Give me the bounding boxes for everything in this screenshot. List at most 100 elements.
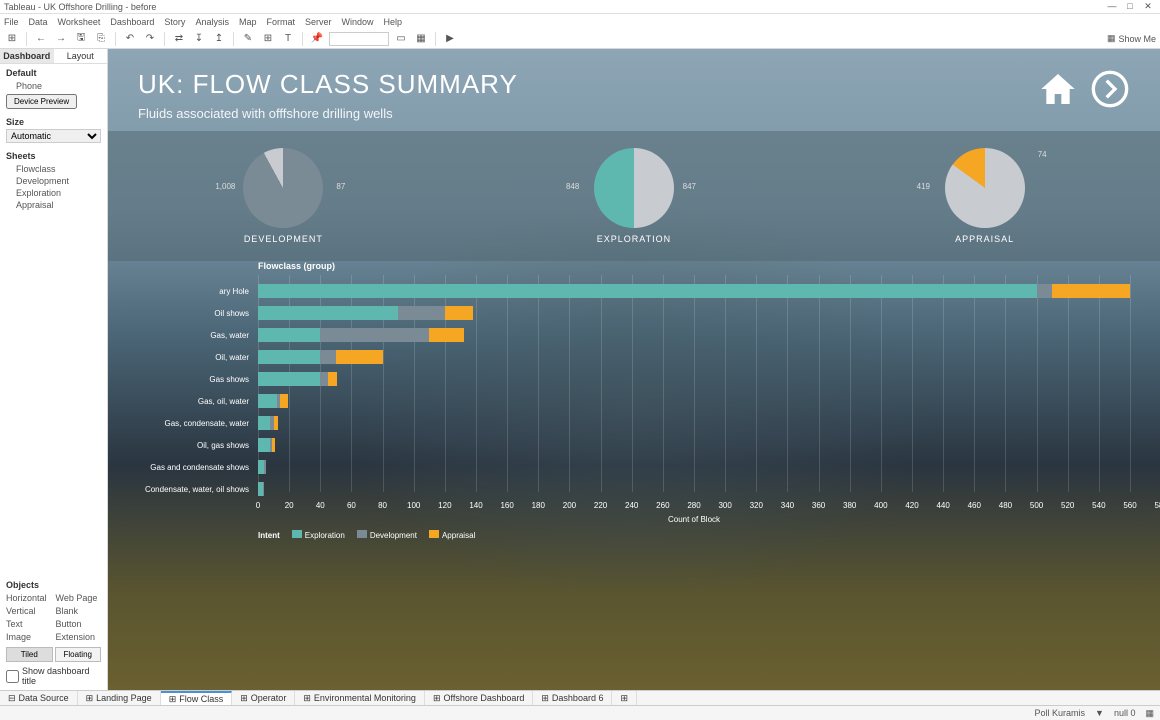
legend-exploration[interactable]: Exploration — [292, 530, 345, 540]
bar-segment-development[interactable] — [263, 482, 265, 496]
bar-segment-development[interactable] — [320, 350, 336, 364]
minimize-button[interactable]: — — [1104, 1, 1120, 12]
menu-help[interactable]: Help — [384, 17, 403, 27]
pin-icon[interactable]: 📌 — [309, 31, 325, 47]
pie-development[interactable]: 1,00887DEVELOPMENT — [243, 148, 323, 244]
sheet-flowclass[interactable]: Flowclass — [6, 163, 101, 175]
highlight-icon[interactable]: ✎ — [240, 31, 256, 47]
menu-analysis[interactable]: Analysis — [195, 17, 229, 27]
bar-segment-exploration[interactable] — [258, 350, 320, 364]
bar-row[interactable]: Gas, condensate, water — [258, 413, 1130, 433]
bar-segment-appraisal[interactable] — [336, 350, 383, 364]
close-button[interactable]: ✕ — [1140, 1, 1156, 12]
bar-segment-appraisal[interactable] — [274, 416, 279, 430]
toolbar-search-input[interactable] — [329, 32, 389, 46]
bar-segment-exploration[interactable] — [258, 416, 270, 430]
legend-development[interactable]: Development — [357, 530, 417, 540]
cards-icon[interactable]: ▦ — [413, 31, 429, 47]
bar-segment-exploration[interactable] — [258, 394, 277, 408]
sheet-tab-operator[interactable]: ⊞Operator — [232, 691, 295, 705]
bar-segment-development[interactable] — [320, 328, 429, 342]
new-data-icon[interactable]: ⎘ — [93, 31, 109, 47]
menu-worksheet[interactable]: Worksheet — [58, 17, 101, 27]
labels-icon[interactable]: T — [280, 31, 296, 47]
group-icon[interactable]: ⊞ — [260, 31, 276, 47]
object-web-page[interactable]: Web Page — [56, 592, 102, 604]
sheet-tab-data-source[interactable]: ⊟Data Source — [0, 691, 78, 705]
menu-format[interactable]: Format — [266, 17, 295, 27]
bar-row[interactable]: Gas and condensate shows — [258, 457, 1130, 477]
sheet-development[interactable]: Development — [6, 175, 101, 187]
sheet-tab-landing-page[interactable]: ⊞Landing Page — [78, 691, 161, 705]
next-arrow-icon[interactable] — [1090, 69, 1130, 109]
bar-row[interactable]: Oil, water — [258, 347, 1130, 367]
bar-segment-appraisal[interactable] — [272, 438, 275, 452]
sheet-exploration[interactable]: Exploration — [6, 187, 101, 199]
object-blank[interactable]: Blank — [56, 605, 102, 617]
object-text[interactable]: Text — [6, 618, 52, 630]
bar-segment-appraisal[interactable] — [280, 394, 288, 408]
fit-dropdown-icon[interactable]: ▭ — [393, 31, 409, 47]
menu-dashboard[interactable]: Dashboard — [110, 17, 154, 27]
status-user[interactable]: Poll Kuramis — [1035, 708, 1086, 718]
bar-segment-exploration[interactable] — [258, 438, 270, 452]
tab-layout[interactable]: Layout — [54, 49, 108, 63]
pie-exploration[interactable]: 848847EXPLORATION — [594, 148, 674, 244]
bar-row[interactable]: Oil, gas shows — [258, 435, 1130, 455]
bar-row[interactable]: Oil shows — [258, 303, 1130, 323]
sheet-appraisal[interactable]: Appraisal — [6, 199, 101, 211]
object-vertical[interactable]: Vertical — [6, 605, 52, 617]
menu-server[interactable]: Server — [305, 17, 332, 27]
bar-segment-appraisal[interactable] — [1052, 284, 1130, 298]
tiled-button[interactable]: Tiled — [6, 647, 53, 662]
show-title-input[interactable] — [6, 670, 19, 683]
show-me-button[interactable]: ▦ Show Me — [1107, 33, 1156, 44]
bar-row[interactable]: Gas, water — [258, 325, 1130, 345]
sheet-tab-environmental-monitoring[interactable]: ⊞Environmental Monitoring — [295, 691, 425, 705]
device-preview-button[interactable]: Device Preview — [6, 94, 77, 109]
pie-appraisal[interactable]: 41974APPRAISAL — [945, 148, 1025, 244]
object-image[interactable]: Image — [6, 631, 52, 643]
sheet-tab-offshore-dashboard[interactable]: ⊞Offshore Dashboard — [425, 691, 533, 705]
bar-segment-exploration[interactable] — [258, 284, 1037, 298]
home-icon[interactable] — [1038, 69, 1078, 109]
bar-row[interactable]: ary Hole — [258, 281, 1130, 301]
new-worksheet-button[interactable]: ⊞ — [612, 691, 637, 705]
bar-segment-exploration[interactable] — [258, 306, 398, 320]
menu-data[interactable]: Data — [29, 17, 48, 27]
menu-window[interactable]: Window — [342, 17, 374, 27]
legend-appraisal[interactable]: Appraisal — [429, 530, 475, 540]
bar-segment-exploration[interactable] — [258, 372, 320, 386]
maximize-button[interactable]: □ — [1122, 1, 1138, 12]
sheet-tab-flow-class[interactable]: ⊞Flow Class — [161, 691, 233, 705]
status-grid-icon[interactable]: ▦ — [1145, 708, 1154, 719]
show-title-checkbox[interactable]: Show dashboard title — [6, 666, 101, 686]
menu-file[interactable]: File — [4, 17, 19, 27]
bar-row[interactable]: Gas, oil, water — [258, 391, 1130, 411]
bar-segment-appraisal[interactable] — [429, 328, 463, 342]
size-select[interactable]: Automatic — [6, 129, 101, 143]
bar-segment-development[interactable] — [398, 306, 445, 320]
tableau-logo-icon[interactable]: ⊞ — [4, 31, 20, 47]
object-horizontal[interactable]: Horizontal — [6, 592, 52, 604]
menu-story[interactable]: Story — [164, 17, 185, 27]
save-icon[interactable]: 🖫 — [73, 31, 89, 47]
undo-icon[interactable]: ↶ — [122, 31, 138, 47]
object-button[interactable]: Button — [56, 618, 102, 630]
presentation-icon[interactable]: ▶ — [442, 31, 458, 47]
forward-icon[interactable]: → — [53, 31, 69, 47]
floating-button[interactable]: Floating — [55, 647, 102, 662]
object-extension[interactable]: Extension — [56, 631, 102, 643]
bar-segment-development[interactable] — [1037, 284, 1053, 298]
swap-icon[interactable]: ⇄ — [171, 31, 187, 47]
bar-segment-development[interactable] — [264, 460, 266, 474]
sort-asc-icon[interactable]: ↧ — [191, 31, 207, 47]
tab-dashboard[interactable]: Dashboard — [0, 49, 54, 63]
redo-icon[interactable]: ↷ — [142, 31, 158, 47]
bar-segment-exploration[interactable] — [258, 328, 320, 342]
bar-segment-appraisal[interactable] — [445, 306, 473, 320]
sheet-tab-dashboard-6[interactable]: ⊞Dashboard 6 — [533, 691, 612, 705]
bar-segment-development[interactable] — [320, 372, 328, 386]
back-icon[interactable]: ← — [33, 31, 49, 47]
sort-desc-icon[interactable]: ↥ — [211, 31, 227, 47]
